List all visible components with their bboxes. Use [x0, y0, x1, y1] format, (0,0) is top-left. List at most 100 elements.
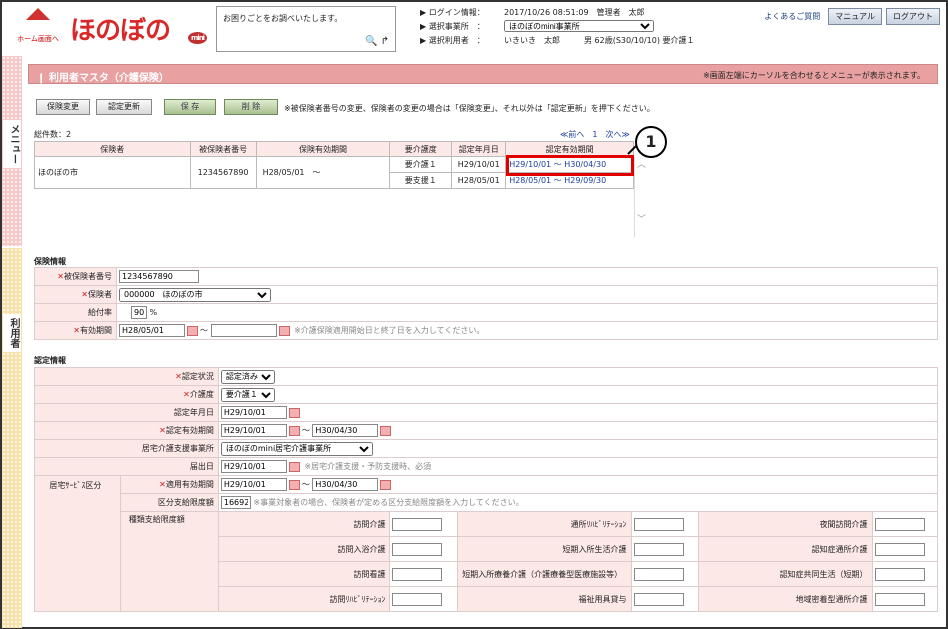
scroll-down-icon[interactable]: ﹀ [635, 212, 648, 225]
level-select[interactable]: 要介護１ [220, 387, 275, 402]
limit-note: ※事業対象者の場合、保険者が定める区分支給限度額を入力してください。 [253, 498, 524, 507]
calendar-icon[interactable] [380, 479, 392, 490]
brand-mini: mini [188, 32, 208, 44]
service-label: 認知症通所介護 [697, 536, 873, 562]
service-input[interactable] [874, 567, 925, 581]
period-label: 有効期間 [80, 326, 112, 335]
side-menu-tab[interactable]: メニュー [2, 56, 22, 246]
type-label: 種類支給限度額 [119, 511, 219, 612]
calendar-icon[interactable] [278, 325, 290, 336]
date-input[interactable] [220, 406, 287, 419]
login-value: 2017/10/26 08:51:09 管理者 太郎 [504, 8, 645, 17]
logout-button[interactable]: ログアウト [886, 8, 940, 25]
side-user-tab[interactable]: 利用者 [2, 248, 22, 628]
page-note: ※画面左端にカーソルを合わせるとメニューが表示されます。 [703, 71, 925, 80]
page-title: ❙ 利用者マスタ（介護保険） [37, 73, 169, 84]
notify-input[interactable] [220, 460, 287, 473]
calendar-icon[interactable] [380, 425, 392, 436]
required-mark: ✕ [183, 390, 190, 399]
go-arrow-icon[interactable]: ↱ [381, 36, 389, 47]
nintei-form: ✕認定状況 認定済み ✕介護度 要介護１ 認定年月日 ✕認定有効期間 〜 居宅介… [34, 367, 939, 612]
service-label: 認知症共同生活（短期） [697, 561, 873, 587]
limit-label: 区分支給限度額 [119, 493, 219, 512]
insured-number-input[interactable] [119, 270, 199, 283]
valid-to-input[interactable] [312, 424, 379, 437]
insurer-select[interactable]: 000000 ほのぼの市 [119, 287, 271, 302]
rate-label: 給付率 [34, 303, 117, 322]
required-mark: ✕ [159, 426, 166, 435]
search-icon[interactable]: 🔍 [365, 36, 377, 47]
number-label: 被保険者番号 [64, 272, 112, 281]
limit-input[interactable] [220, 496, 251, 509]
tilde: 〜 [301, 480, 310, 489]
service-input[interactable] [874, 517, 925, 531]
service-input[interactable] [874, 542, 925, 556]
service-label: 地域密着型通所介護 [697, 586, 873, 612]
service-input[interactable] [633, 517, 684, 531]
apply-from-input[interactable] [220, 478, 287, 491]
total-count: 総件数：2 [34, 130, 72, 139]
period-to-input[interactable] [210, 324, 277, 337]
list-scrollbar[interactable]: ︿ ﹀ [634, 157, 648, 237]
care-office-select[interactable]: ほのぼのmini居宅介護事業所 [220, 441, 373, 456]
header: ホーム画面へ ほのぼの mini お困りごとをお調べいたします。 🔍 ↱ ▶ ロ… [2, 2, 946, 54]
scroll-up-icon[interactable]: ︿ [635, 157, 648, 170]
cell-level: 要介護１ [389, 156, 453, 173]
service-input[interactable] [392, 517, 443, 531]
home-icon [26, 8, 50, 20]
nintei-koshin-button[interactable]: 認定更新 [96, 99, 152, 115]
date-label: 認定年月日 [34, 403, 219, 422]
service-input[interactable] [874, 592, 925, 606]
nintei-section-title: 認定情報 [34, 356, 66, 365]
service-label: 訪問看護 [217, 561, 391, 587]
col-level: 要介護度 [389, 141, 453, 157]
button-note: ※被保険者番号の変更、保険者の変更の場合は「保険変更」、それ以外は「認定更新」を… [284, 104, 655, 113]
pager[interactable]: ≪前へ 1 次へ≫ [560, 129, 630, 140]
service-label: 訪問ﾘﾊﾋﾞﾘﾃｰｼｮﾝ [217, 586, 391, 612]
calendar-icon[interactable] [288, 461, 300, 472]
hoken-form: ✕被保険者番号 ✕保険者 000000 ほのぼの市 給付率 % ✕有効期間 〜 … [34, 267, 938, 340]
kubun-label: 居宅ｻｰﾋﾞｽ区分 [34, 475, 121, 612]
insurer-label: 保険者 [88, 290, 112, 299]
period-from-input[interactable] [119, 324, 185, 337]
service-input[interactable] [633, 542, 684, 556]
tilde: 〜 [301, 426, 310, 435]
valid-label: 認定有効期間 [165, 426, 214, 435]
rate-unit: % [149, 308, 158, 317]
apply-to-input[interactable] [312, 478, 379, 491]
col-period: 保険有効期間 [255, 141, 391, 157]
delete-button[interactable]: 削 除 [224, 99, 278, 115]
notify-label: 届出日 [34, 457, 219, 476]
level-label: 介護度 [189, 390, 214, 399]
calendar-icon[interactable] [288, 407, 300, 418]
service-label: 短期入所療養介護（介護療養型医療施設等） [456, 561, 632, 587]
office-select[interactable]: ほのぼのmini事業所 [504, 20, 654, 32]
faq-link[interactable]: よくあるご質問 [764, 11, 820, 22]
hoken-henko-button[interactable]: 保険変更 [36, 99, 90, 115]
session-info: ▶ ログイン情報： 2017/10/26 08:51:09 管理者 太郎 ▶ 選択… [420, 6, 750, 48]
valid-from-input[interactable] [220, 424, 287, 437]
service-input[interactable] [392, 592, 443, 606]
service-label: 訪問介護 [217, 511, 391, 537]
cell-period: H28/05/01 〜 [255, 156, 391, 189]
cell-date: H28/05/01 [451, 172, 507, 189]
rate-input[interactable] [131, 306, 147, 319]
service-input[interactable] [392, 567, 443, 581]
status-select[interactable]: 認定済み [220, 369, 275, 384]
notify-note: ※居宅介護支援・予防支援時、必須 [304, 462, 432, 471]
col-date: 認定年月日 [451, 141, 507, 157]
page-title-bar: ❙ 利用者マスタ（介護保険） ※画面左端にカーソルを合わせるとメニューが表示され… [28, 64, 938, 84]
calendar-icon[interactable] [288, 425, 300, 436]
calendar-icon[interactable] [288, 479, 300, 490]
service-input[interactable] [633, 567, 684, 581]
calendar-icon[interactable] [187, 325, 198, 336]
help-search-box[interactable]: お困りごとをお調べいたします。 🔍 ↱ [216, 6, 396, 52]
service-input[interactable] [392, 542, 443, 556]
manual-button[interactable]: マニュアル [828, 8, 882, 25]
service-input[interactable] [633, 592, 684, 606]
home-button[interactable]: ホーム画面へ [16, 8, 60, 48]
hoken-section-title: 保険情報 [34, 257, 66, 266]
cell-date: H29/10/01 [451, 156, 507, 173]
save-button[interactable]: 保 存 [164, 99, 216, 115]
service-label: 福祉用具貸与 [456, 586, 632, 612]
